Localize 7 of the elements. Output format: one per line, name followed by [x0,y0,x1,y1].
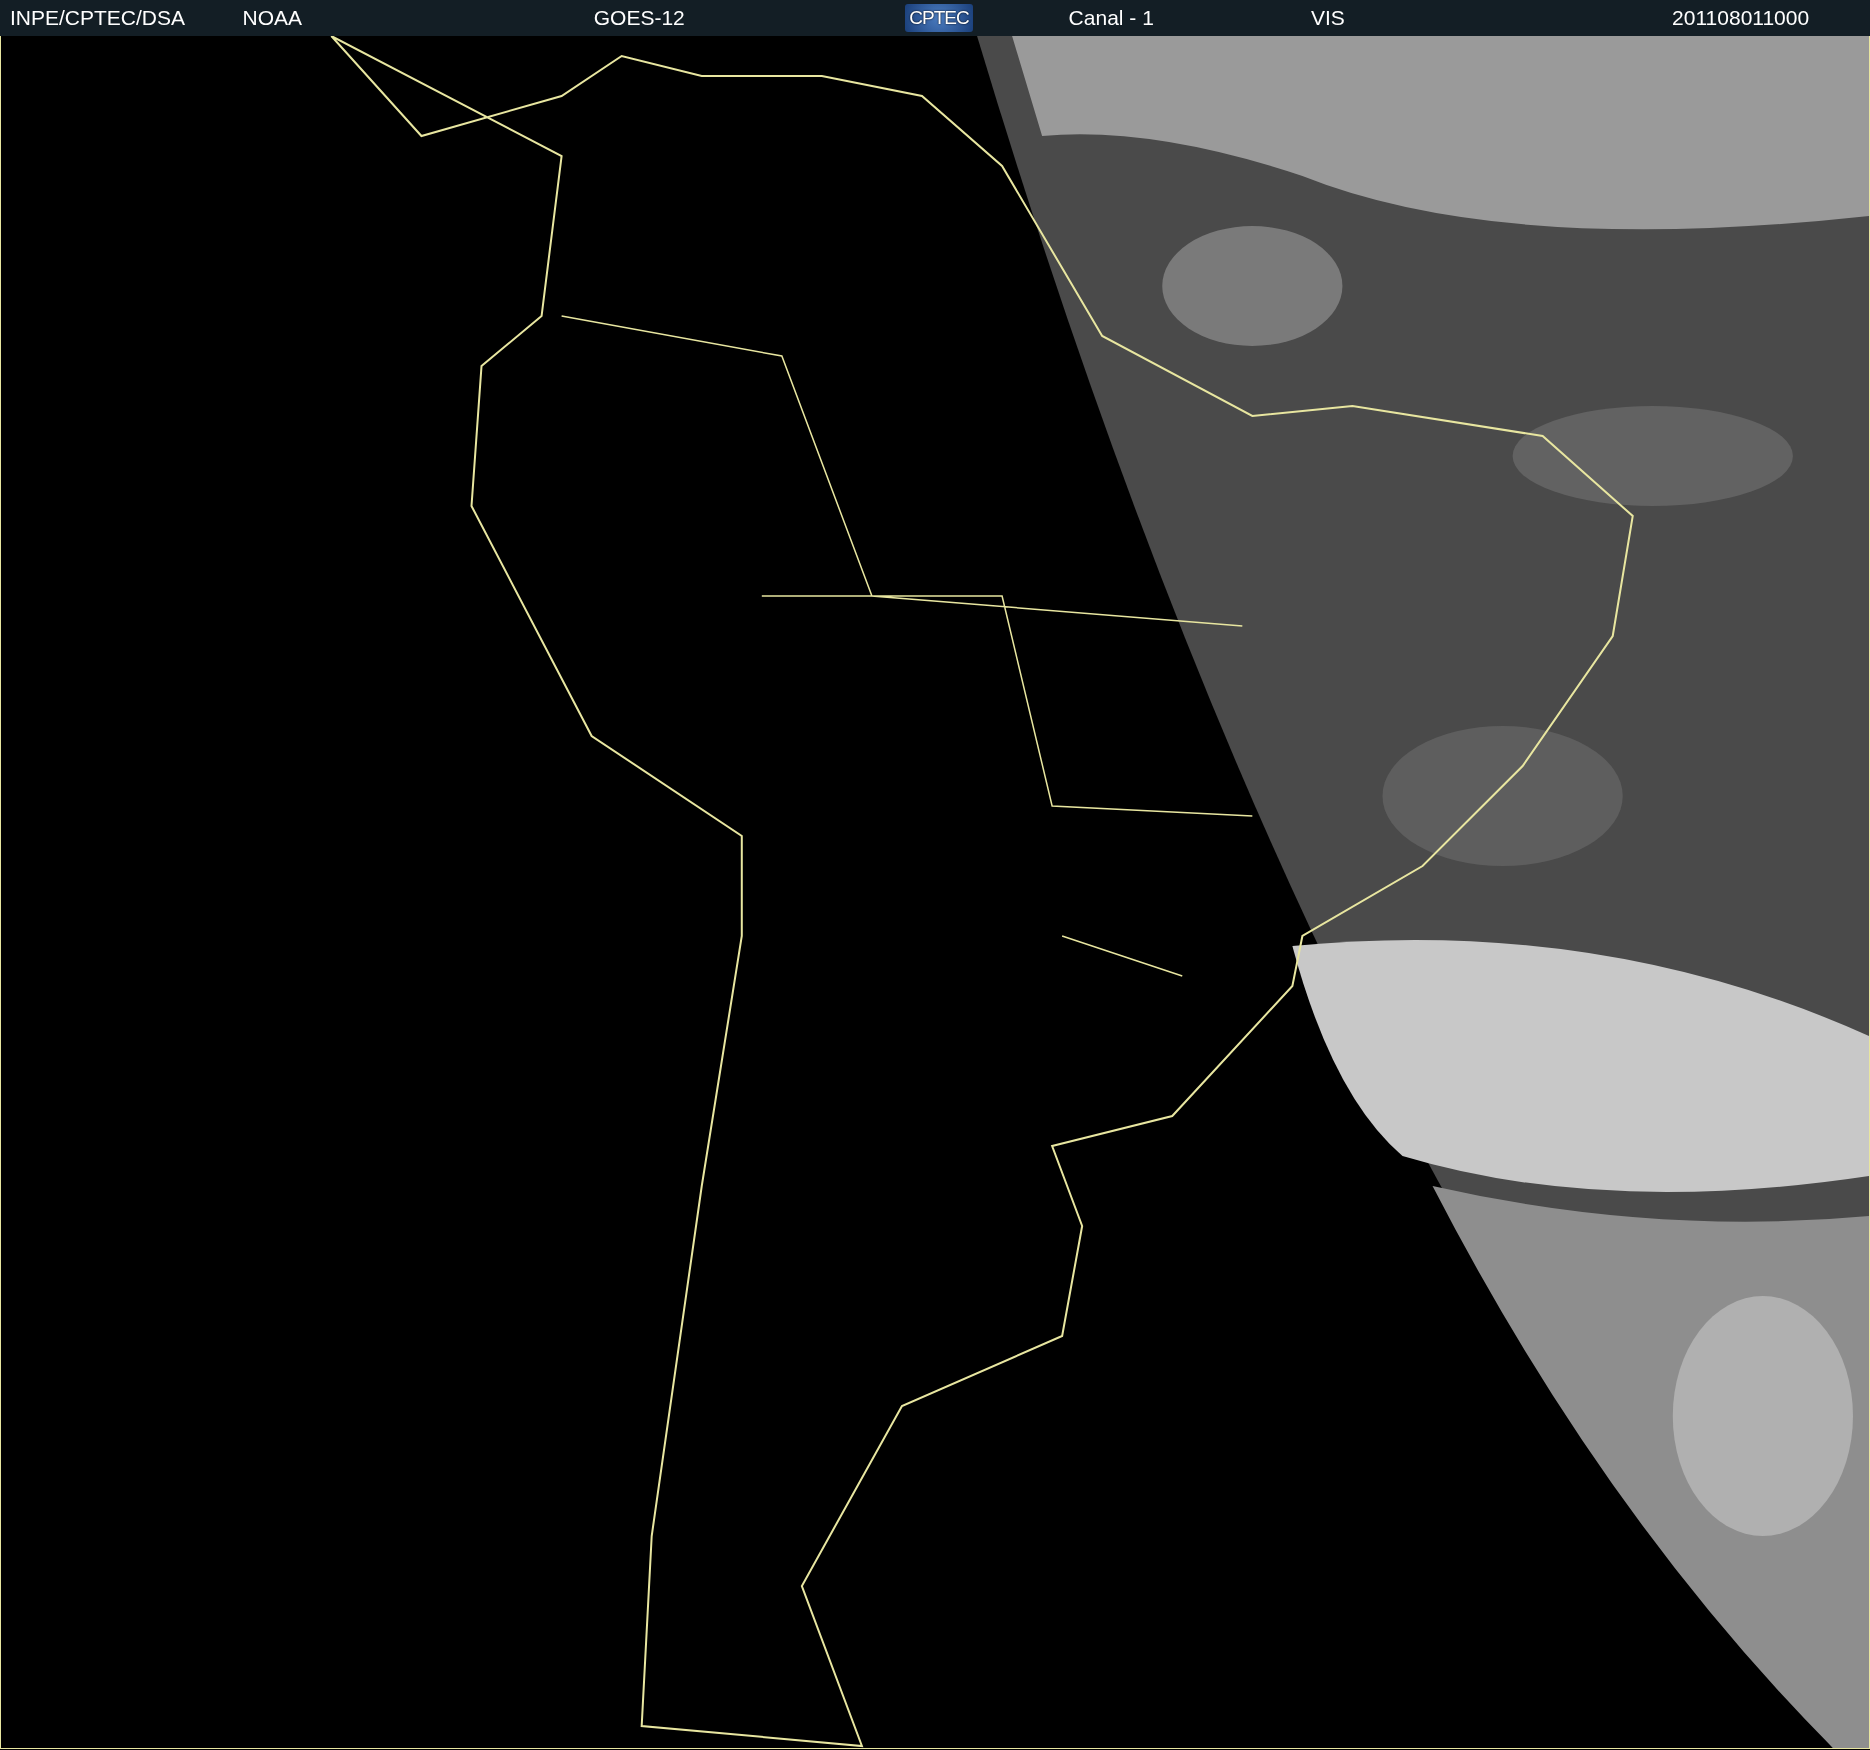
logo: CPTEC [905,4,973,32]
header-label: VIS [1311,6,1345,30]
header-label: 201108011000 [1672,6,1810,30]
header-label: NOAA [242,6,302,30]
header-label: INPE/CPTEC/DSA [10,6,186,30]
header-label: Canal - 1 [1068,6,1154,30]
header-label: GOES-12 [593,6,685,30]
